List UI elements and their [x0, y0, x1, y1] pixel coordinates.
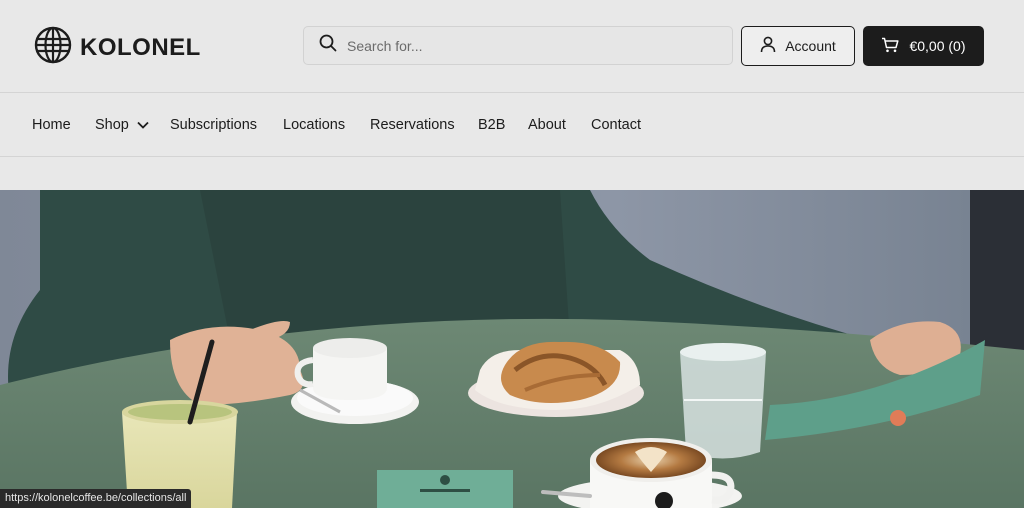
nav-item-b2b[interactable]: B2B — [478, 117, 505, 133]
nav-item-reservations[interactable]: Reservations — [370, 117, 455, 133]
globe-icon — [34, 26, 72, 69]
nav-item-contact[interactable]: Contact — [591, 117, 641, 133]
nav-item-label: Home — [32, 117, 71, 133]
brand-logo[interactable]: KOLONEL — [34, 26, 201, 69]
brand-name: KOLONEL — [80, 33, 201, 61]
account-label: Account — [785, 38, 836, 54]
search-bar[interactable] — [303, 26, 733, 65]
nav-item-label: B2B — [478, 117, 506, 133]
nav-item-label: Subscriptions — [170, 117, 258, 133]
cart-button[interactable]: €0,00 (0) — [863, 26, 984, 66]
nav-item-locations[interactable]: Locations — [283, 117, 345, 133]
chevron-down-icon — [137, 117, 149, 133]
nav-item-label: About — [528, 117, 566, 133]
nav-item-label: Locations — [283, 117, 346, 133]
nav-item-about[interactable]: About — [528, 117, 566, 133]
main-navigation: Home Shop Subscriptions Locations Reserv… — [0, 94, 1024, 157]
account-button[interactable]: Account — [741, 26, 855, 66]
nav-item-subscriptions[interactable]: Subscriptions — [170, 117, 257, 133]
hero-image — [0, 190, 1024, 508]
cart-icon — [881, 37, 900, 56]
status-bar-url: https://kolonelcoffee.be/collections/all — [0, 489, 192, 508]
search-input[interactable] — [347, 37, 707, 54]
user-icon — [760, 36, 776, 56]
site-header: KOLONEL Account €0,00 (0) — [0, 0, 1024, 93]
nav-item-label: Contact — [591, 117, 641, 133]
nav-item-label: Shop — [95, 117, 129, 133]
nav-item-shop[interactable]: Shop — [95, 117, 149, 133]
cart-label: €0,00 (0) — [909, 38, 966, 54]
search-icon — [319, 34, 337, 57]
nav-item-label: Reservations — [370, 117, 455, 133]
nav-item-home[interactable]: Home — [32, 117, 71, 133]
